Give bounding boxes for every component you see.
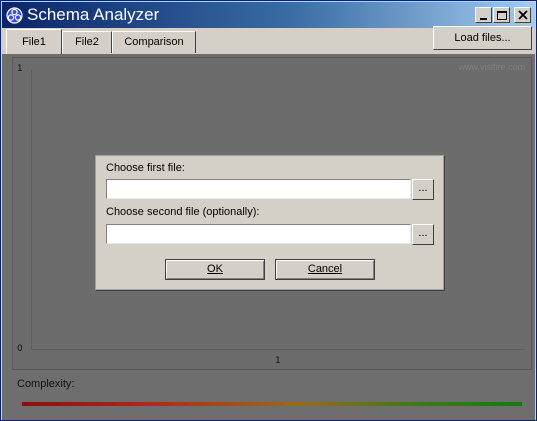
title-bar[interactable]: Schema Analyzer xyxy=(2,2,535,28)
x-axis-tick: 1 xyxy=(275,356,281,366)
close-button[interactable] xyxy=(514,7,531,23)
maximize-button[interactable] xyxy=(493,7,510,23)
window-title: Schema Analyzer xyxy=(27,5,160,24)
browse-first-file-button[interactable]: ... xyxy=(412,179,434,200)
schema-analyzer-window: Schema Analyzer File1 File2 Comparison L… xyxy=(0,0,537,421)
cancel-button-label: Cancel xyxy=(307,263,343,275)
ok-button[interactable]: OK xyxy=(165,259,265,280)
tab-file1[interactable]: File1 xyxy=(6,29,62,54)
second-file-label: Choose second file (optionally): xyxy=(106,206,260,218)
maximize-icon xyxy=(497,11,507,20)
tab-comparison[interactable]: Comparison xyxy=(112,31,196,53)
ok-button-label: OK xyxy=(207,263,223,275)
app-logo-icon xyxy=(6,7,23,24)
second-file-input[interactable] xyxy=(106,224,411,244)
close-icon xyxy=(518,10,528,20)
browse-second-file-button[interactable]: ... xyxy=(412,224,434,245)
first-file-label: Choose first file: xyxy=(106,162,185,174)
minimize-icon xyxy=(480,18,487,20)
complexity-gradient-bar xyxy=(22,402,522,406)
choose-files-dialog: Choose first file: ... Choose second fil… xyxy=(95,155,444,290)
first-file-input[interactable] xyxy=(106,179,411,199)
complexity-label: Complexity: xyxy=(17,378,75,390)
cancel-button[interactable]: Cancel xyxy=(275,259,375,280)
load-files-button[interactable]: Load files... xyxy=(433,26,532,50)
tab-file2[interactable]: File2 xyxy=(62,31,112,53)
y-axis-tick-top: 1 xyxy=(17,64,23,74)
y-axis-tick-bottom: 0 xyxy=(17,344,23,354)
minimize-button[interactable] xyxy=(475,7,492,23)
